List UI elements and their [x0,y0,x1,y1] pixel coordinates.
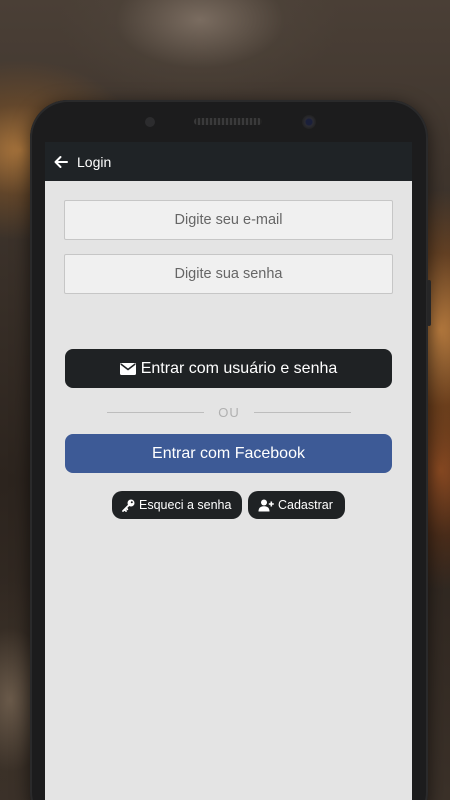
earpiece-speaker [194,118,262,125]
register-button[interactable]: Cadastrar [248,491,345,519]
login-button-label: Entrar com usuário e senha [140,359,338,377]
facebook-login-button[interactable]: Entrar com Facebook [65,434,392,473]
forgot-password-button[interactable]: Esqueci a senha [112,491,242,519]
key-icon [122,499,135,512]
divider-text: OU [218,404,240,420]
divider-line-left [107,411,205,413]
facebook-button-label: Entrar com Facebook [152,444,305,462]
arrow-left-icon[interactable] [53,154,69,170]
or-divider: OU [107,401,351,423]
register-label: Cadastrar [278,498,333,512]
password-input[interactable] [64,254,393,294]
app-bar: Login [45,142,412,181]
phone-side-button [427,280,431,326]
envelope-icon [119,362,136,375]
divider-line-right [253,411,351,413]
phone-screen: Login Entrar com usuário e senha OU Entr… [45,142,412,800]
email-input[interactable] [64,200,393,240]
user-plus-icon [258,499,274,512]
login-button[interactable]: Entrar com usuário e senha [65,349,392,388]
front-camera [302,115,316,129]
forgot-password-label: Esqueci a senha [139,498,232,512]
proximity-sensor [145,117,155,127]
page-title: Login [77,153,112,170]
